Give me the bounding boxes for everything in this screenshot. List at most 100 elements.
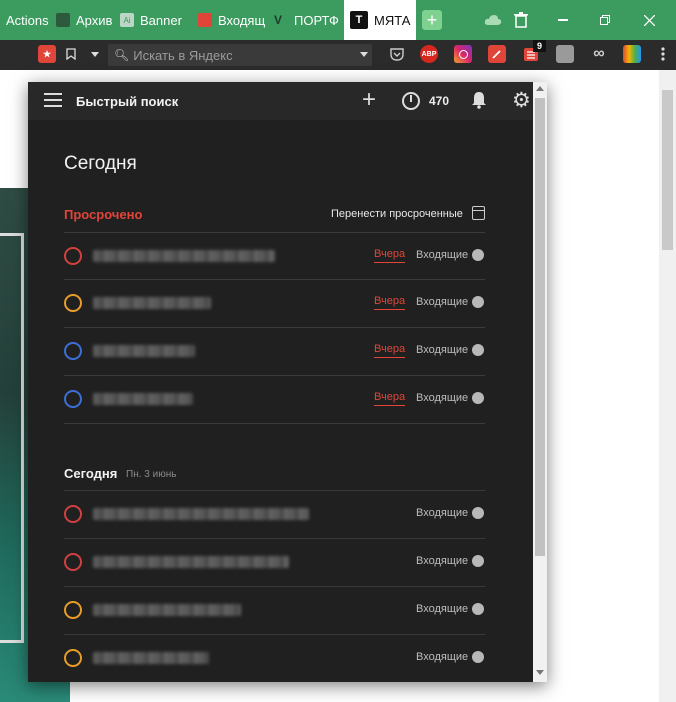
project-color-dot — [472, 392, 484, 404]
task-content-blurred — [93, 604, 241, 616]
tab-actions[interactable]: Actions — [0, 0, 50, 40]
quick-search-button[interactable]: Быстрый поиск — [76, 94, 178, 109]
tab-portfolio[interactable]: V ПОРТФ — [268, 0, 344, 40]
task-content-blurred — [93, 652, 209, 664]
task-project: Входящие — [416, 344, 469, 356]
task-due-date[interactable]: Вчера — [374, 343, 406, 358]
task-row[interactable]: Вчера Входящие — [64, 375, 485, 422]
illustrator-icon: Ai — [120, 13, 134, 27]
bell-icon[interactable] — [471, 91, 487, 109]
task-checkbox[interactable] — [64, 247, 82, 265]
project-color-dot — [472, 651, 484, 663]
calendar-icon[interactable] — [472, 206, 485, 220]
task-content-blurred — [93, 250, 275, 262]
task-row[interactable]: Вчера Входящие — [64, 279, 485, 326]
reschedule-overdue-button[interactable]: Перенести просроченные — [331, 208, 463, 220]
task-checkbox[interactable] — [64, 505, 82, 523]
popup-header: Быстрый поиск + 470 ⚙ — [28, 82, 533, 120]
task-content-blurred — [93, 345, 195, 357]
todoist-popup: Быстрый поиск + 470 ⚙ Сегодня Просрочено… — [28, 82, 547, 682]
task-project: Входящие — [416, 249, 469, 261]
project-color-dot — [472, 603, 484, 615]
project-color-dot — [472, 249, 484, 261]
task-row[interactable]: Входящие — [64, 634, 485, 681]
search-placeholder: Искать в Яндекс — [133, 47, 233, 63]
t-logo-icon: T — [350, 11, 368, 29]
menu-icon[interactable] — [44, 93, 62, 107]
task-checkbox[interactable] — [64, 553, 82, 571]
add-task-icon[interactable]: + — [362, 88, 376, 112]
task-due-date[interactable]: Вчера — [374, 391, 406, 406]
task-row[interactable]: Входящие — [64, 586, 485, 633]
tab-myata[interactable]: T МЯТА — [344, 0, 416, 40]
pocket-icon[interactable] — [388, 45, 406, 63]
task-checkbox[interactable] — [64, 342, 82, 360]
tab-label: Входящ — [218, 12, 266, 28]
instagram-icon[interactable] — [454, 45, 472, 63]
adblock-icon[interactable]: ABP — [420, 45, 438, 63]
close-icon[interactable] — [644, 0, 655, 40]
task-checkbox[interactable] — [64, 390, 82, 408]
task-checkbox[interactable] — [64, 294, 82, 312]
protect-shield-icon[interactable]: ★ — [38, 45, 56, 63]
task-row[interactable]: Входящие — [64, 490, 485, 537]
view-title: Сегодня — [64, 153, 137, 174]
popup-scrollbar-thumb[interactable] — [535, 98, 545, 556]
chevron-down-icon[interactable] — [86, 45, 104, 63]
task-project: Входящие — [416, 296, 469, 308]
tab-inbox[interactable]: Входящ — [192, 0, 268, 40]
overdue-section-title: Просрочено — [64, 207, 143, 222]
chevron-down-icon[interactable] — [355, 45, 373, 63]
tab-label: Actions — [6, 12, 49, 28]
today-section-date: Пн. 3 июнь — [126, 469, 177, 480]
scroll-down-arrow-icon[interactable] — [536, 670, 544, 675]
search-icon: 🔍︎ — [114, 48, 130, 62]
task-project: Входящие — [416, 507, 469, 519]
adblock-label: ABP — [421, 50, 437, 58]
karma-icon[interactable] — [402, 92, 420, 110]
task-row[interactable]: Вчера Входящие — [64, 232, 485, 279]
infinity-icon[interactable]: ∞ — [590, 45, 608, 63]
cloud-icon[interactable] — [484, 0, 502, 40]
task-due-date[interactable]: Вчера — [374, 295, 406, 310]
colorful-extension-icon[interactable] — [623, 45, 641, 63]
task-project: Входящие — [416, 392, 469, 404]
new-tab-button[interactable]: + — [422, 10, 442, 30]
search-input[interactable]: 🔍︎ Искать в Яндекс — [108, 44, 372, 66]
minimize-icon[interactable] — [558, 0, 568, 40]
project-color-dot — [472, 296, 484, 308]
task-row[interactable]: Входящие — [64, 538, 485, 585]
tab-label: Архив — [76, 12, 113, 28]
menu-dots-icon[interactable] — [654, 45, 672, 63]
task-checkbox[interactable] — [64, 649, 82, 667]
popup-scrollbar[interactable] — [533, 82, 547, 682]
divider — [64, 423, 485, 424]
tab-label: МЯТА — [374, 12, 411, 28]
scroll-up-arrow-icon[interactable] — [536, 86, 544, 91]
notification-badge: 9 — [533, 40, 546, 52]
restore-icon[interactable] — [600, 0, 610, 40]
task-due-date[interactable]: Вчера — [374, 248, 406, 263]
page-scrollbar[interactable] — [659, 70, 676, 702]
bookmark-icon[interactable] — [62, 45, 80, 63]
karma-count: 470 — [429, 94, 450, 108]
pen-extension-icon[interactable] — [488, 45, 506, 63]
todoist-icon — [198, 13, 212, 27]
tab-label: Banner — [140, 12, 182, 28]
task-content-blurred — [93, 393, 193, 405]
task-content-blurred — [93, 297, 211, 309]
task-project: Входящие — [416, 555, 469, 567]
tab-archive[interactable]: Архив — [50, 0, 114, 40]
tab-banner[interactable]: Ai Banner — [114, 0, 192, 40]
user-extension-icon[interactable] — [556, 45, 574, 63]
task-project: Входящие — [416, 603, 469, 615]
today-section-title: Сегодня — [64, 466, 118, 481]
task-checkbox[interactable] — [64, 601, 82, 619]
task-project: Входящие — [416, 651, 469, 663]
gear-icon[interactable]: ⚙ — [512, 90, 531, 111]
project-color-dot — [472, 507, 484, 519]
page-scrollbar-thumb[interactable] — [662, 90, 673, 250]
trash-icon[interactable] — [514, 0, 528, 40]
task-row[interactable]: Вчера Входящие — [64, 327, 485, 374]
project-color-dot — [472, 344, 484, 356]
